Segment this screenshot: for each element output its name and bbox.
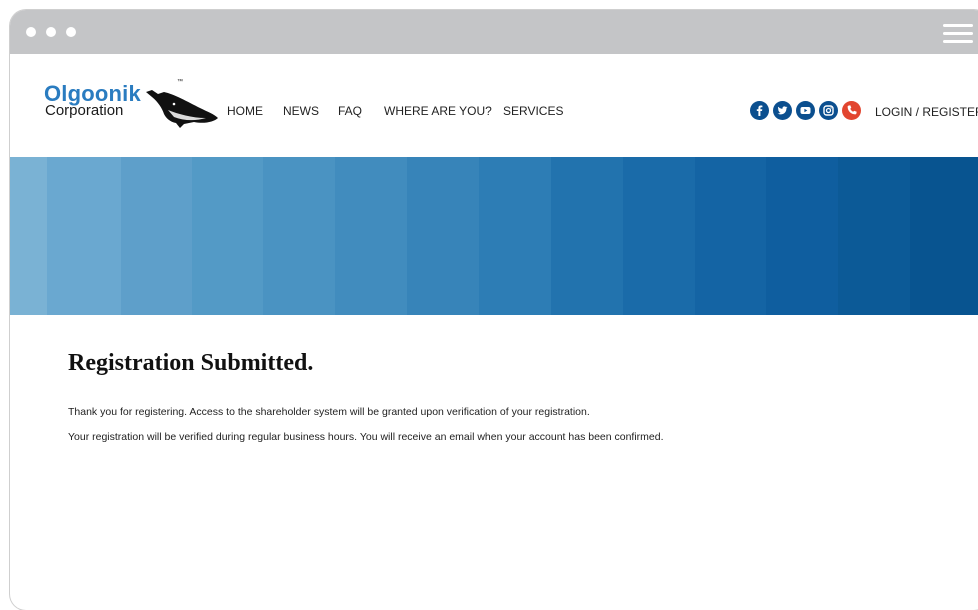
banner-stripe [695, 157, 766, 315]
banner-stripe [623, 157, 695, 315]
banner-stripe [10, 157, 47, 315]
youtube-icon[interactable] [796, 101, 815, 120]
nav-where-are-you[interactable]: WHERE ARE YOU? [384, 104, 492, 118]
banner-stripe [838, 157, 910, 315]
trademark-mark: ™ [177, 79, 183, 85]
whale-logo-icon [146, 90, 218, 128]
window-dot [26, 27, 36, 37]
banner-stripe [766, 157, 838, 315]
banner-stripe [407, 157, 479, 315]
window-dot [46, 27, 56, 37]
twitter-icon[interactable] [773, 101, 792, 120]
facebook-icon[interactable] [750, 101, 769, 120]
banner-stripe [121, 157, 192, 315]
nav-services[interactable]: SERVICES [503, 104, 563, 118]
banner-stripe [263, 157, 335, 315]
logo-subtitle: Corporation [45, 102, 124, 119]
nav-faq[interactable]: FAQ [338, 104, 362, 118]
nav-news[interactable]: NEWS [283, 104, 319, 118]
window-dot [66, 27, 76, 37]
browser-chrome [10, 10, 978, 54]
verification-text: Your registration will be verified durin… [68, 431, 664, 443]
hero-banner [10, 157, 978, 315]
page-title: Registration Submitted. [68, 350, 314, 376]
instagram-icon[interactable] [819, 101, 838, 120]
nav-home[interactable]: HOME [227, 104, 263, 118]
banner-stripe [479, 157, 551, 315]
confirmation-text: Thank you for registering. Access to the… [68, 406, 590, 418]
login-register-link[interactable]: LOGIN / REGISTER [875, 105, 978, 119]
banner-stripe [551, 157, 623, 315]
banner-stripe [192, 157, 263, 315]
banner-stripe [47, 157, 121, 315]
banner-stripe [335, 157, 407, 315]
browser-window: Olgoonik Corporation ™ HOME NEWS FAQ WHE… [10, 10, 978, 610]
hamburger-menu-icon[interactable] [943, 24, 973, 44]
site-header: Olgoonik Corporation ™ HOME NEWS FAQ WHE… [10, 54, 978, 157]
banner-stripe [910, 157, 978, 315]
olgoonik-logo[interactable]: Olgoonik Corporation ™ [44, 79, 224, 130]
phone-icon[interactable] [842, 101, 861, 120]
